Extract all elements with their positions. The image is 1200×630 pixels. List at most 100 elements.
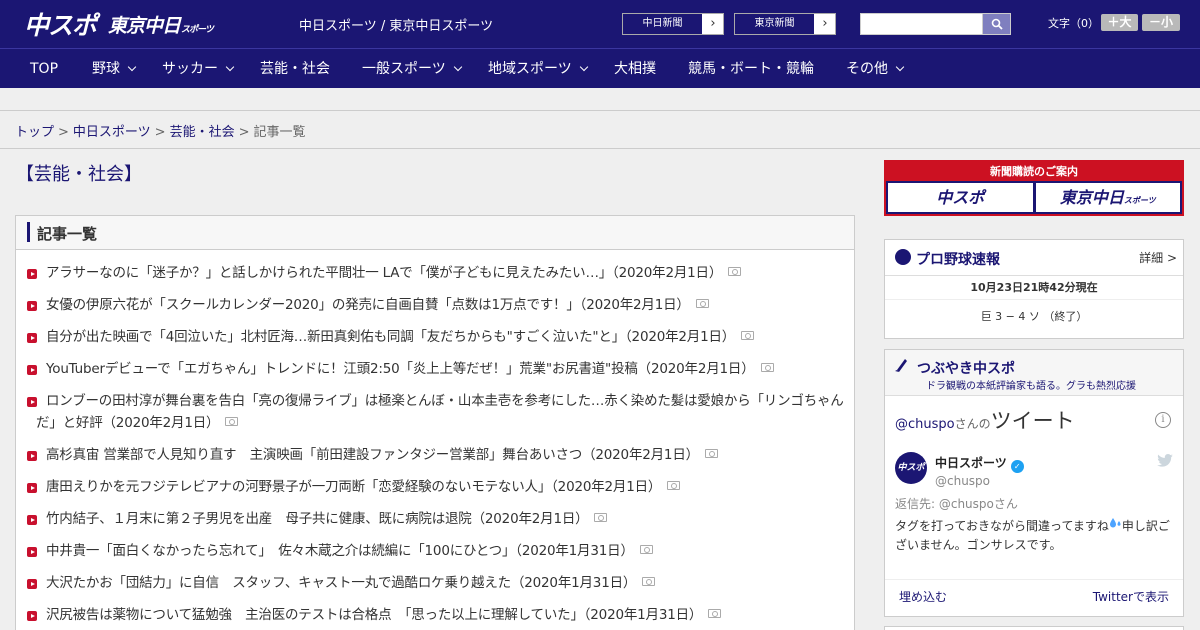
article-link[interactable]: ロンブーの田村淳が舞台裏を告白「亮の復帰ライブ」は極楽とんぼ・山本圭壱を参考にし… <box>36 393 844 431</box>
camera-icon <box>695 299 709 308</box>
font-size-label: 文字（0） <box>1048 17 1099 30</box>
article-link[interactable]: 中井貴一「面白くなかったら忘れて」 佐々木蔵之介は続編に「100にひとつ」（20… <box>46 543 634 559</box>
article-bullet-icon <box>27 611 37 621</box>
list-item[interactable]: 大沢たかお「団結力」に自信 スタッフ、キャスト一丸で過酷ロケ乗り越えた（2020… <box>26 572 844 594</box>
nav-label: 芸能・社会 <box>260 61 330 77</box>
site-logo[interactable]: 中スポ 東京中日スポーツ <box>24 6 214 42</box>
article-link[interactable]: 大沢たかお「団結力」に自信 スタッフ、キャスト一丸で過酷ロケ乗り越えた（2020… <box>46 575 636 591</box>
article-bullet-icon <box>27 397 37 407</box>
main-nav: TOP 野球 サッカー 芸能・社会 一般スポーツ 地域スポーツ 大相撲 競馬・ボ… <box>0 48 1200 88</box>
tweet-footer: 埋め込む Twitterで表示 <box>885 579 1183 617</box>
tokyo-chunichi-logo[interactable]: 東京中日スポーツ <box>108 11 214 38</box>
article-link[interactable]: 沢尻被告は薬物について猛勉強 主治医のテストは合格点 「思った以上に理解していた… <box>46 607 702 623</box>
breadcrumb-link-entertainment[interactable]: 芸能・社会 <box>170 125 235 140</box>
search-button[interactable] <box>982 13 1011 35</box>
list-item[interactable]: 自分が出た映画で「4回泣いた」北村匠海…新田真剣佑も同調「友だちからも"すごく泣… <box>26 326 844 348</box>
list-item[interactable]: 中井貴一「面白くなかったら忘れて」 佐々木蔵之介は続編に「100にひとつ」（20… <box>26 540 844 562</box>
subscription-logos: 中スポ 東京中日スポーツ <box>886 181 1182 212</box>
tweets-widget: つぶやき中スポ ドラ観戦の本紙評論家も語る。グラも熱烈応援 @chuspoさんの… <box>884 349 1184 617</box>
search-icon <box>991 18 1003 30</box>
nav-item-baseball[interactable]: 野球 <box>92 49 137 89</box>
nav-label: 一般スポーツ <box>362 61 446 77</box>
nav-label: 競馬・ボート・競輪 <box>688 61 814 77</box>
baseball-update-time: 10月23日21時42分現在 <box>970 281 1098 294</box>
baseball-widget-title: プロ野球速報 <box>916 252 1000 268</box>
nav-item-racing[interactable]: 競馬・ボート・競輪 <box>688 49 814 89</box>
pen-icon <box>895 359 907 372</box>
tweet-author-name-text: 中日スポーツ <box>935 456 1007 470</box>
twitter-bird-icon[interactable] <box>1157 454 1173 467</box>
list-item[interactable]: 唐田えりかを元フジテレビアナの河野景子が一刀両断「恋愛経験のないモテない人」（2… <box>26 476 844 498</box>
list-item[interactable]: 沢尻被告は薬物について猛勉強 主治医のテストは合格点 「思った以上に理解していた… <box>26 604 844 626</box>
article-link[interactable]: 高杉真宙 営業部で人見知り直す 主演映画「前田建設ファンタジー営業部」舞台あいさ… <box>46 447 699 463</box>
list-item[interactable]: ロンブーの田村淳が舞台裏を告白「亮の復帰ライブ」は極楽とんぼ・山本圭壱を参考にし… <box>26 390 844 434</box>
camera-icon <box>708 609 722 618</box>
article-link[interactable]: 自分が出た映画で「4回泣いた」北村匠海…新田真剣佑も同調「友だちからも"すごく泣… <box>46 329 735 345</box>
nav-item-general-sports[interactable]: 一般スポーツ <box>362 49 462 89</box>
tweets-widget-header: つぶやき中スポ ドラ観戦の本紙評論家も語る。グラも熱烈応援 <box>885 350 1183 396</box>
subscription-banner[interactable]: 新聞購読のご案内 中スポ 東京中日スポーツ <box>884 160 1184 216</box>
chunichi-shimbun-link[interactable]: 中日新聞 › <box>622 13 724 35</box>
article-bullet-icon <box>27 483 37 493</box>
list-item[interactable]: 女優の伊原六花が「スクールカレンダー2020」の発売に自画自賛「点数は1万点です… <box>26 294 844 316</box>
article-link[interactable]: 女優の伊原六花が「スクールカレンダー2020」の発売に自画自賛「点数は1万点です… <box>46 297 690 313</box>
subscribe-tokyo-chunichi-suffix: スポーツ <box>1123 196 1156 205</box>
baseball-score[interactable]: 巨 3 − 4 ソ （終了） <box>885 299 1183 324</box>
embed-link[interactable]: 埋め込む <box>899 588 947 605</box>
nav-item-sumo[interactable]: 大相撲 <box>614 49 656 89</box>
breadcrumb-link-top[interactable]: トップ <box>15 125 54 140</box>
header-accent-bar <box>27 222 30 242</box>
camera-icon <box>639 545 653 554</box>
pro-baseball-widget: プロ野球速報 詳細 > 10月23日21時42分現在 巨 3 − 4 ソ （終了… <box>884 239 1184 339</box>
tweet-account-link[interactable]: @chuspo <box>895 417 955 432</box>
nav-item-regional-sports[interactable]: 地域スポーツ <box>488 49 588 89</box>
info-icon[interactable]: i <box>1155 412 1171 428</box>
baseball-icon <box>895 249 911 265</box>
subscribe-tokyo-chunichi-button[interactable]: 東京中日スポーツ <box>1035 183 1180 212</box>
article-list-panel: 記事一覧 アラサーなのに「迷子か？」と話しかけられた平間壮一 LAで「僕が子ども… <box>15 215 855 630</box>
nav-item-top[interactable]: TOP <box>30 49 58 89</box>
article-link[interactable]: 唐田えりかを元フジテレビアナの河野景子が一刀両断「恋愛経験のないモテない人」（2… <box>46 479 661 495</box>
chevron-down-icon <box>895 62 905 72</box>
tweet-author-name[interactable]: 中日スポーツ ✓ <box>935 454 1024 473</box>
tweet-timeline-heading: @chuspoさんのツイート <box>895 405 1075 435</box>
subscribe-chuspo-button[interactable]: 中スポ <box>888 183 1033 212</box>
tweet-heading-word: ツイート <box>990 409 1075 433</box>
article-bullet-icon <box>27 333 37 343</box>
camera-icon <box>760 363 774 372</box>
article-link[interactable]: アラサーなのに「迷子か？」と話しかけられた平間壮一 LAで「僕が子どもに見えたみ… <box>46 265 722 281</box>
list-item[interactable]: 竹内結子、１月末に第２子男児を出産 母子共に健康、既に病院は退院（2020年2月… <box>26 508 844 530</box>
avatar[interactable]: 中スポ <box>895 452 927 484</box>
view-on-twitter-link[interactable]: Twitterで表示 <box>1093 588 1169 605</box>
breadcrumb-separator: > <box>154 125 166 140</box>
nav-label: サッカー <box>162 61 218 77</box>
list-item[interactable]: アラサーなのに「迷子か？」と話しかけられた平間壮一 LAで「僕が子どもに見えたみ… <box>26 262 844 284</box>
nav-item-other[interactable]: その他 <box>846 49 905 89</box>
list-item[interactable]: 高杉真宙 営業部で人見知り直す 主演映画「前田建設ファンタジー営業部」舞台あいさ… <box>26 444 844 466</box>
article-list-title: 記事一覧 <box>37 225 98 243</box>
chuspo-logo[interactable]: 中スポ <box>24 6 97 42</box>
tokyo-chunichi-logo-text: 東京中日 <box>108 14 181 37</box>
font-size-decrease-button[interactable]: －小 <box>1142 14 1180 31</box>
baseball-detail-link[interactable]: 詳細 > <box>1139 249 1177 266</box>
tweet-body-text-1: タグを打っておきながら間違ってますね <box>895 519 1109 533</box>
chevron-down-icon <box>453 62 462 72</box>
tweet-reply-to: 返信先: @chuspoさん <box>895 497 1018 511</box>
article-link[interactable]: 竹内結子、１月末に第２子男児を出産 母子共に健康、既に病院は退院（2020年2月… <box>46 511 589 527</box>
list-item[interactable]: YouTuberデビューで「エガちゃん」トレンドに！江頭2:50「炎上上等だぜ！… <box>26 358 844 380</box>
nav-item-entertainment[interactable]: 芸能・社会 <box>260 49 330 89</box>
font-size-increase-button[interactable]: ＋大 <box>1101 14 1138 31</box>
search-input[interactable] <box>860 13 983 35</box>
tweet-author-handle[interactable]: @chuspo <box>935 474 990 488</box>
camera-icon <box>642 577 656 586</box>
tokyo-shimbun-link[interactable]: 東京新聞 › <box>734 13 836 35</box>
site-header: 中スポ 東京中日スポーツ 中日スポーツ / 東京中日スポーツ 中日新聞 › 東京… <box>0 0 1200 48</box>
nav-item-soccer[interactable]: サッカー <box>162 49 235 89</box>
baseball-widget-header: プロ野球速報 詳細 > <box>885 240 1183 276</box>
breadcrumb-separator: > <box>238 125 250 140</box>
chevron-down-icon <box>225 62 235 72</box>
camera-icon <box>594 513 608 522</box>
article-bullet-icon <box>27 579 37 589</box>
breadcrumb-link-chunichi-sports[interactable]: 中日スポーツ <box>73 125 151 140</box>
article-link[interactable]: YouTuberデビューで「エガちゃん」トレンドに！江頭2:50「炎上上等だぜ！… <box>46 361 755 377</box>
